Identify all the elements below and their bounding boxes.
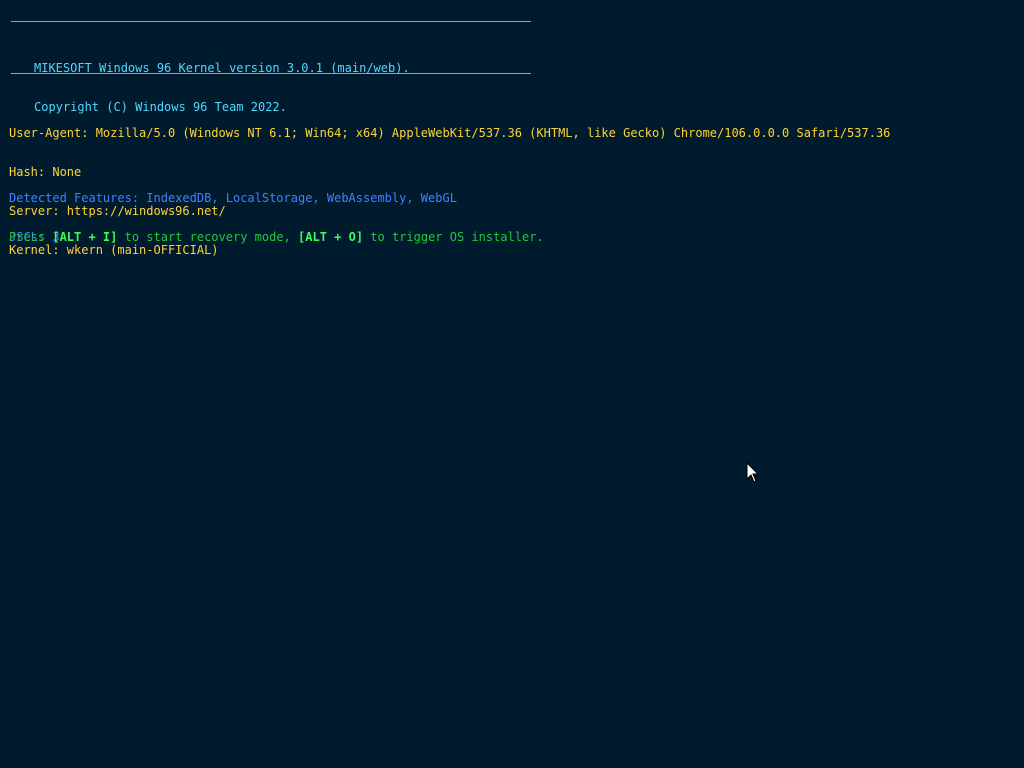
banner-top-rule xyxy=(11,21,531,22)
banner-bottom-rule xyxy=(11,73,531,74)
prompt-end-text: to trigger OS installer. xyxy=(363,230,544,244)
boot-prompt-line: Press [ALT + I] to start recovery mode, … xyxy=(9,231,544,244)
installer-key-combo: [ALT + O] xyxy=(298,230,364,244)
prompt-mid-text: to start recovery mode, xyxy=(117,230,299,244)
recovery-key-combo: [ALT + I] xyxy=(52,230,118,244)
mouse-pointer-icon xyxy=(746,462,760,483)
prompt-press-text: Press xyxy=(9,230,53,244)
boot-prompt: Press [ALT + I] to start recovery mode, … xyxy=(9,205,544,257)
user-agent-line: User-Agent: Mozilla/5.0 (Windows NT 6.1;… xyxy=(9,126,891,140)
features-line: Detected Features: IndexedDB, LocalStora… xyxy=(9,191,457,205)
